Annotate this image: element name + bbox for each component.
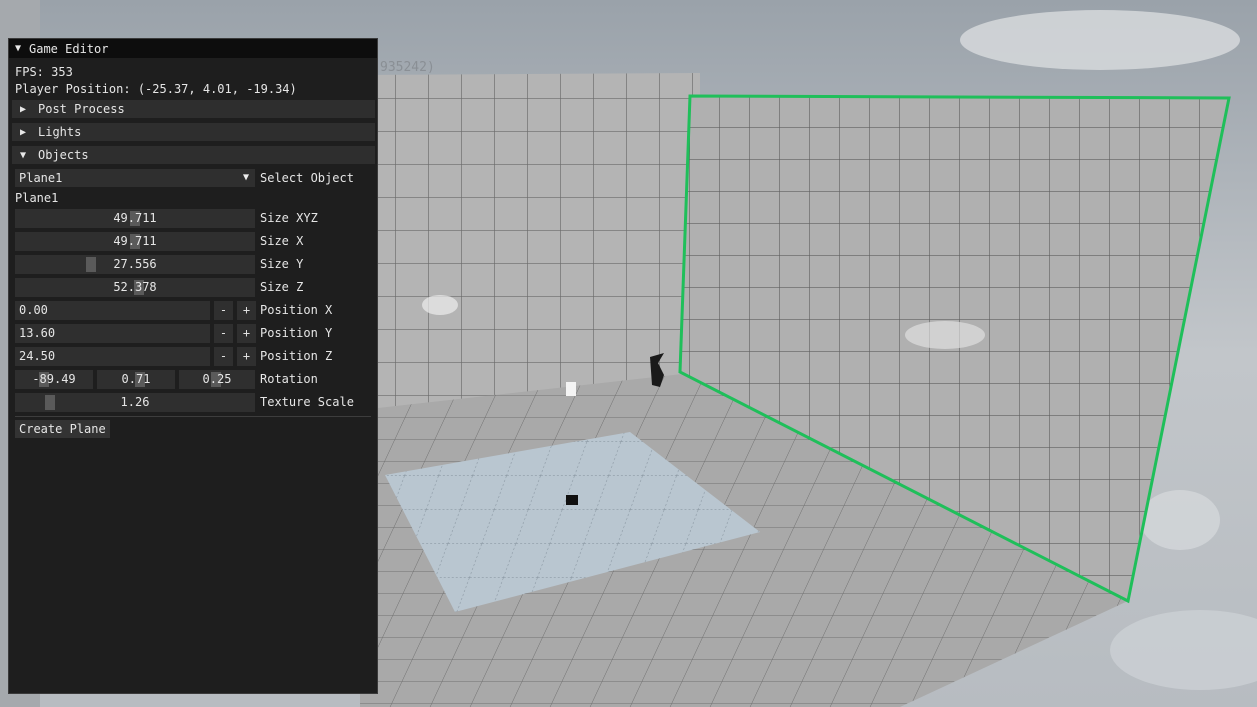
section-objects[interactable]: ▼ Objects xyxy=(12,146,375,164)
size-y-slider[interactable]: 27.556 xyxy=(15,255,255,274)
position-z-decrement-button[interactable]: - xyxy=(214,347,233,366)
select-object-label: Select Object xyxy=(260,171,354,185)
position-y-increment-button[interactable]: + xyxy=(237,324,256,343)
size-y-label: Size Y xyxy=(260,257,304,271)
size-xyz-value: 49.711 xyxy=(113,211,157,225)
size-xyz-label: Size XYZ xyxy=(260,211,318,225)
rotation-y-value: 0.71 xyxy=(121,372,151,386)
player-position-readout: Player Position: (-25.37, 4.01, -19.34) xyxy=(15,82,297,96)
cloud xyxy=(1140,490,1220,550)
size-x-label: Size X xyxy=(260,234,304,248)
position-y-decrement-button[interactable]: - xyxy=(214,324,233,343)
texture-scale-value: 1.26 xyxy=(120,395,150,409)
collapse-triangle-icon: ▼ xyxy=(20,149,27,161)
section-label: Post Process xyxy=(38,102,125,116)
rotation-label: Rotation xyxy=(260,372,318,386)
back-wall xyxy=(360,73,700,410)
cloud xyxy=(960,10,1240,70)
section-lights[interactable]: ▶ Lights xyxy=(12,123,375,141)
position-z-value: 24.50 xyxy=(19,349,56,363)
cube-object[interactable] xyxy=(566,495,578,505)
slider-grab[interactable] xyxy=(86,257,96,272)
light-reflection xyxy=(905,321,985,349)
rotation-y-slider[interactable]: 0.71 xyxy=(97,370,175,389)
expand-triangle-icon: ▶ xyxy=(20,126,27,138)
position-x-decrement-button[interactable]: - xyxy=(214,301,233,320)
size-z-slider[interactable]: 52.378 xyxy=(15,278,255,297)
texture-scale-slider[interactable]: 1.26 xyxy=(15,393,255,412)
size-x-value: 49.711 xyxy=(113,234,157,248)
separator xyxy=(15,416,371,417)
debug-overlay-text: 935242) xyxy=(380,60,435,75)
section-post-process[interactable]: ▶ Post Process xyxy=(12,100,375,118)
position-y-label: Position Y xyxy=(260,326,333,340)
collapse-triangle-icon[interactable]: ▼ xyxy=(15,43,29,54)
create-plane-button[interactable]: Create Plane xyxy=(15,420,110,438)
section-label: Lights xyxy=(38,125,82,139)
fps-readout: FPS: 353 xyxy=(15,65,73,79)
size-x-slider[interactable]: 49.711 xyxy=(15,232,255,251)
position-z-label: Position Z xyxy=(260,349,333,363)
slider-grab[interactable] xyxy=(45,395,55,410)
expand-triangle-icon: ▶ xyxy=(20,103,27,115)
position-x-input[interactable]: 0.00 xyxy=(15,301,210,320)
light-object[interactable] xyxy=(566,382,576,396)
rotation-z-value: 0.25 xyxy=(202,372,232,386)
dropdown-arrow-icon[interactable]: ▼ xyxy=(239,169,253,187)
position-y-input[interactable]: 13.60 xyxy=(15,324,210,343)
size-z-value: 52.378 xyxy=(113,280,157,294)
position-x-increment-button[interactable]: + xyxy=(237,301,256,320)
rotation-x-value: -89.49 xyxy=(32,372,76,386)
texture-scale-label: Texture Scale xyxy=(260,395,354,409)
object-name: Plane1 xyxy=(15,191,59,205)
position-x-label: Position X xyxy=(260,303,333,317)
size-z-label: Size Z xyxy=(260,280,304,294)
size-y-value: 27.556 xyxy=(113,257,157,271)
position-z-increment-button[interactable]: + xyxy=(237,347,256,366)
select-object-combo[interactable]: Plane1 ▼ xyxy=(15,169,255,187)
position-x-value: 0.00 xyxy=(19,303,48,317)
size-xyz-slider[interactable]: 49.711 xyxy=(15,209,255,228)
window-titlebar[interactable]: ▼ Game Editor xyxy=(9,39,377,58)
light-reflection xyxy=(422,295,458,315)
rotation-x-slider[interactable]: -89.49 xyxy=(15,370,93,389)
select-object-value: Plane1 xyxy=(19,171,63,185)
position-y-value: 13.60 xyxy=(19,326,56,340)
window-title: Game Editor xyxy=(29,41,109,56)
section-label: Objects xyxy=(38,148,89,162)
rotation-z-slider[interactable]: 0.25 xyxy=(179,370,255,389)
position-z-input[interactable]: 24.50 xyxy=(15,347,210,366)
game-editor-window[interactable]: ▼ Game Editor FPS: 353 Player Position: … xyxy=(8,38,378,694)
